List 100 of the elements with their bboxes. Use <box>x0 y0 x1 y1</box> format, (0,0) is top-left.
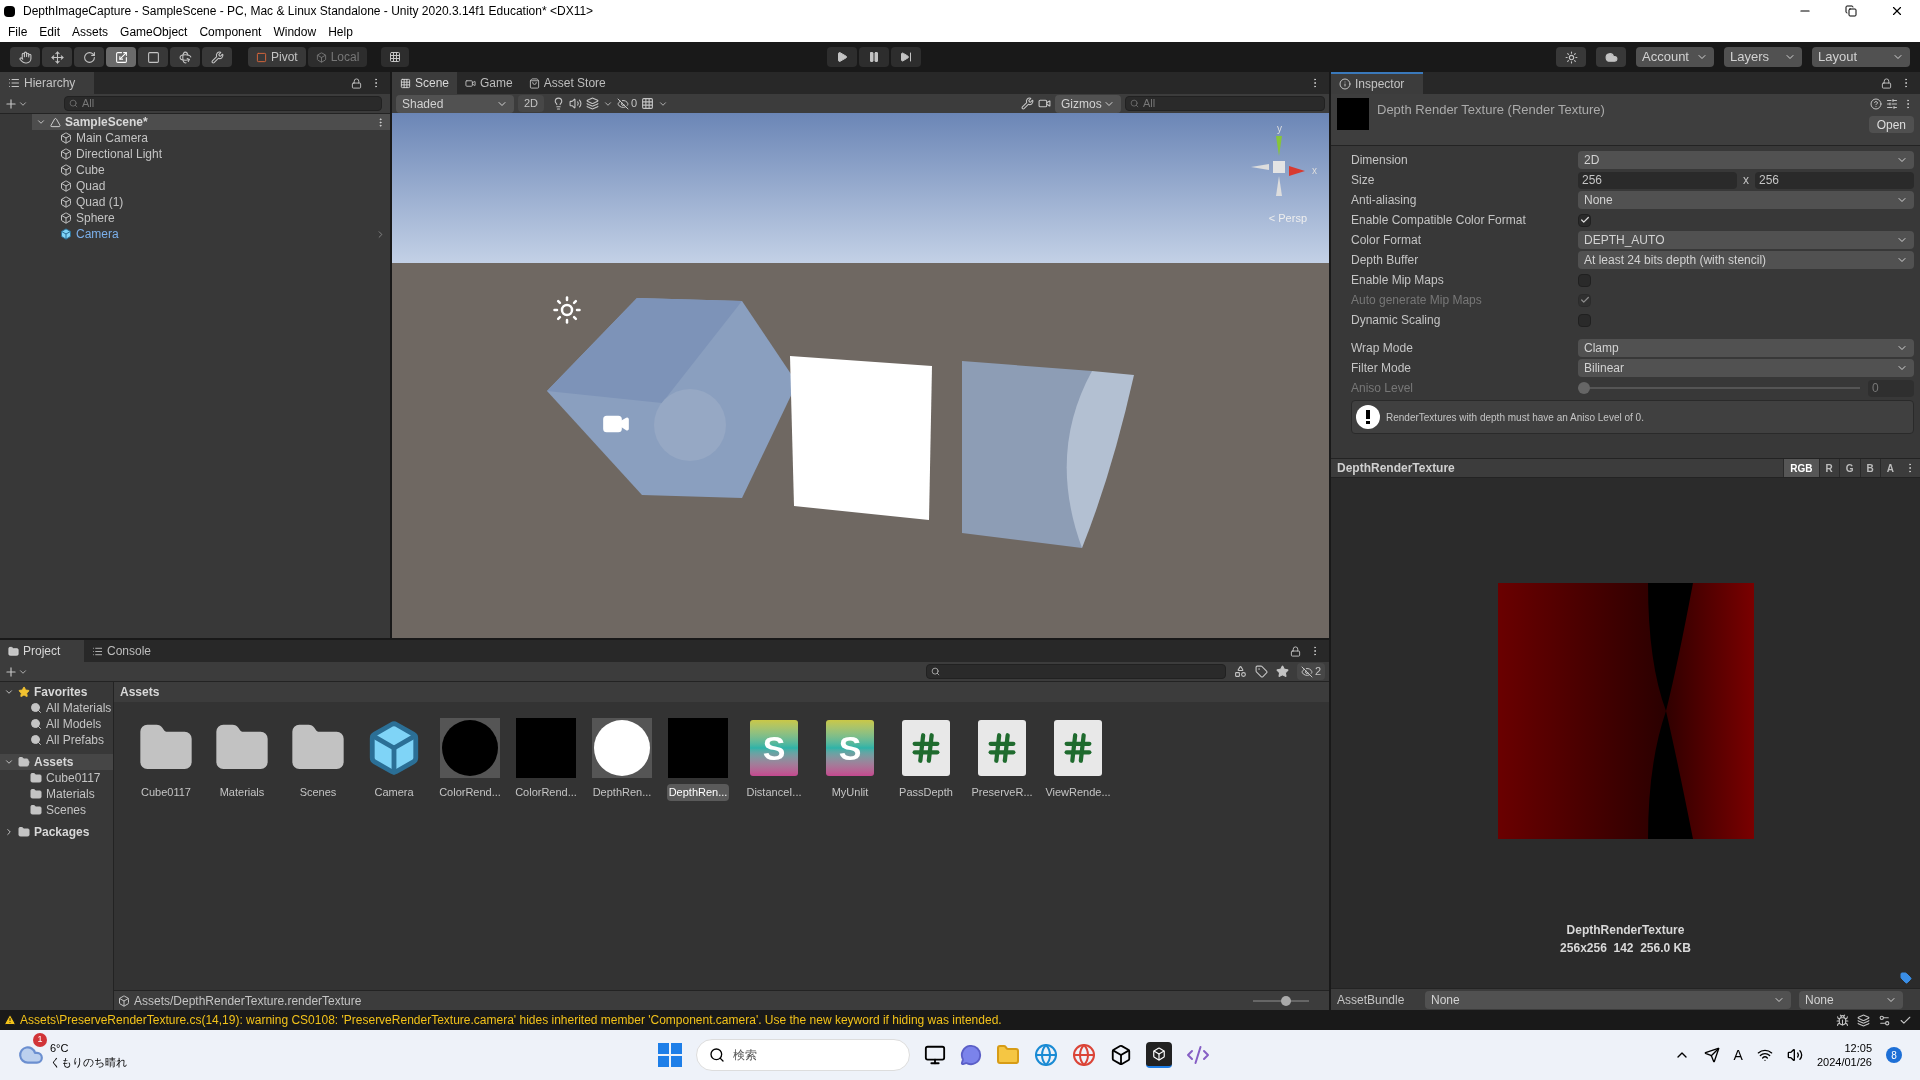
step-button[interactable] <box>891 47 922 67</box>
filter-type-icon[interactable] <box>1233 665 1247 678</box>
account-dropdown[interactable]: Account <box>1636 47 1714 67</box>
hidden-objects-button[interactable]: 0 <box>617 95 638 112</box>
asset-label[interactable]: PreserveR... <box>969 784 1035 801</box>
checkbox[interactable] <box>1578 273 1591 287</box>
property-dropdown[interactable]: At least 24 bits depth (with stencil) <box>1578 251 1914 269</box>
lock-icon[interactable] <box>1290 645 1301 657</box>
tools-icon[interactable] <box>1021 97 1034 110</box>
tree-item[interactable]: Cube0117 <box>0 770 113 786</box>
camera-icon[interactable] <box>1038 97 1051 110</box>
pause-button[interactable] <box>859 47 890 67</box>
property-dropdown[interactable]: None <box>1578 191 1914 209</box>
inspector-tab[interactable]: Inspector <box>1331 72 1423 94</box>
asset-bundle-variant-dropdown[interactable]: None <box>1799 990 1903 1009</box>
shading-dropdown[interactable]: Shaded <box>396 94 514 113</box>
star-icon[interactable] <box>1275 665 1289 678</box>
effects-icon[interactable] <box>586 97 600 110</box>
asset-label[interactable]: MyUnlit <box>829 784 871 801</box>
cache-icon[interactable] <box>1857 1013 1870 1027</box>
label-icon[interactable] <box>1254 665 1268 678</box>
asset-bundle-dropdown[interactable]: None <box>1425 990 1791 1009</box>
asset-label[interactable]: ColorRend... <box>437 784 503 801</box>
tool-button[interactable] <box>106 47 136 67</box>
clock-date[interactable]: 2024/01/26 <box>1816 1055 1872 1069</box>
editor-app-icon[interactable] <box>1146 1042 1172 1068</box>
tool-button[interactable] <box>138 47 168 67</box>
code-editor-icon[interactable] <box>1186 1043 1210 1067</box>
clock-time[interactable]: 12:05 <box>1844 1041 1872 1055</box>
layers-dropdown[interactable]: Layers <box>1724 47 1802 67</box>
breadcrumb[interactable]: Assets <box>120 683 160 701</box>
lock-icon[interactable] <box>351 77 362 89</box>
browser-icon[interactable] <box>1072 1043 1096 1067</box>
tree-item[interactable]: Assets <box>0 754 113 770</box>
open-button[interactable]: Open <box>1868 116 1914 133</box>
channel-button[interactable]: RGB <box>1783 459 1819 477</box>
pivot-button[interactable]: Pivot <box>248 47 306 67</box>
hierarchy-item[interactable]: Main Camera <box>32 130 390 146</box>
asset-label[interactable]: ViewRende... <box>1043 784 1113 801</box>
hierarchy-item[interactable]: Camera <box>32 226 390 242</box>
status-message[interactable]: Assets\PreserveRenderTexture.cs(14,19): warning CS0108: 'PreserveRenderTexture.camera' hides inherited member 'Component.camera'. Use the new keyword if hiding was intended. <box>20 1011 1002 1029</box>
width-field[interactable]: 256 <box>1578 171 1737 189</box>
property-dropdown[interactable]: Clamp <box>1578 339 1914 357</box>
asset-label[interactable]: Camera <box>372 784 416 801</box>
height-field[interactable]: 256 <box>1755 171 1914 189</box>
hierarchy-item[interactable]: Directional Light <box>32 146 390 162</box>
hierarchy-item[interactable]: Quad <box>32 178 390 194</box>
tool-button[interactable] <box>42 47 72 67</box>
tree-item[interactable]: All Models <box>0 716 113 732</box>
taskbar-search-field[interactable]: 検索 <box>696 1039 910 1071</box>
slider-thumb[interactable] <box>1280 995 1291 1006</box>
menu-item[interactable]: Window <box>267 23 323 41</box>
task-view-icon[interactable] <box>924 1044 946 1066</box>
grid-icon[interactable] <box>641 97 655 110</box>
property-dropdown[interactable]: 2D <box>1578 151 1914 169</box>
search-field[interactable] <box>925 664 1226 679</box>
asset-label[interactable]: Cube0117 <box>139 784 193 801</box>
hidden-packages-button[interactable]: 2 <box>1296 663 1325 680</box>
ime-indicator[interactable]: A <box>1733 1044 1743 1066</box>
tool-button[interactable] <box>74 47 104 67</box>
mode-2d-button[interactable]: 2D <box>518 95 545 112</box>
create-button[interactable] <box>4 96 28 111</box>
asset-label[interactable]: DepthRen... <box>666 784 730 801</box>
grid-snap-button[interactable] <box>381 47 410 67</box>
tree-item[interactable]: Materials <box>0 786 113 802</box>
hierarchy-item[interactable]: Cube <box>32 162 390 178</box>
channel-button[interactable]: A <box>1879 459 1900 477</box>
menu-item[interactable]: Help <box>322 23 359 41</box>
bug-icon[interactable] <box>1836 1013 1849 1027</box>
tree-item[interactable]: Packages <box>0 824 113 840</box>
channel-button[interactable]: G <box>1838 459 1860 477</box>
settings-button[interactable] <box>1556 47 1586 67</box>
asset-label[interactable]: PassDepth <box>897 784 955 801</box>
tree-item[interactable]: All Prefabs <box>0 732 113 748</box>
start-icon[interactable] <box>658 1043 682 1067</box>
menu-item[interactable]: Assets <box>66 23 115 41</box>
project-tab[interactable]: Console <box>84 640 168 662</box>
tool-button[interactable] <box>10 47 40 67</box>
hierarchy-item[interactable]: Sphere <box>32 210 390 226</box>
slider-track[interactable] <box>1578 382 1860 394</box>
create-button[interactable] <box>4 664 28 679</box>
tool-button[interactable] <box>170 47 200 67</box>
asset-label[interactable]: Materials <box>217 784 267 801</box>
cube-app-icon[interactable] <box>1110 1044 1132 1066</box>
chat-icon[interactable] <box>960 1044 982 1066</box>
browser-icon[interactable] <box>1034 1043 1058 1067</box>
channel-button[interactable]: B <box>1859 459 1880 477</box>
layout-dropdown[interactable]: Layout <box>1812 47 1910 67</box>
scene-tab[interactable]: Game <box>457 72 521 94</box>
project-tab[interactable]: Project <box>0 640 84 662</box>
checkbox[interactable] <box>1578 213 1591 227</box>
asset-label[interactable]: DepthRen... <box>590 784 654 801</box>
zoom-slider[interactable] <box>1253 995 1309 1006</box>
scene-tab[interactable]: Scene <box>392 72 458 94</box>
scene-tab[interactable]: Asset Store <box>520 72 614 94</box>
volume-icon[interactable] <box>1786 1047 1803 1063</box>
tree-item[interactable]: Favorites <box>0 684 113 700</box>
lock-icon[interactable] <box>1881 77 1892 89</box>
property-dropdown[interactable]: DEPTH_AUTO <box>1578 231 1914 249</box>
property-dropdown[interactable]: Bilinear <box>1578 359 1914 377</box>
